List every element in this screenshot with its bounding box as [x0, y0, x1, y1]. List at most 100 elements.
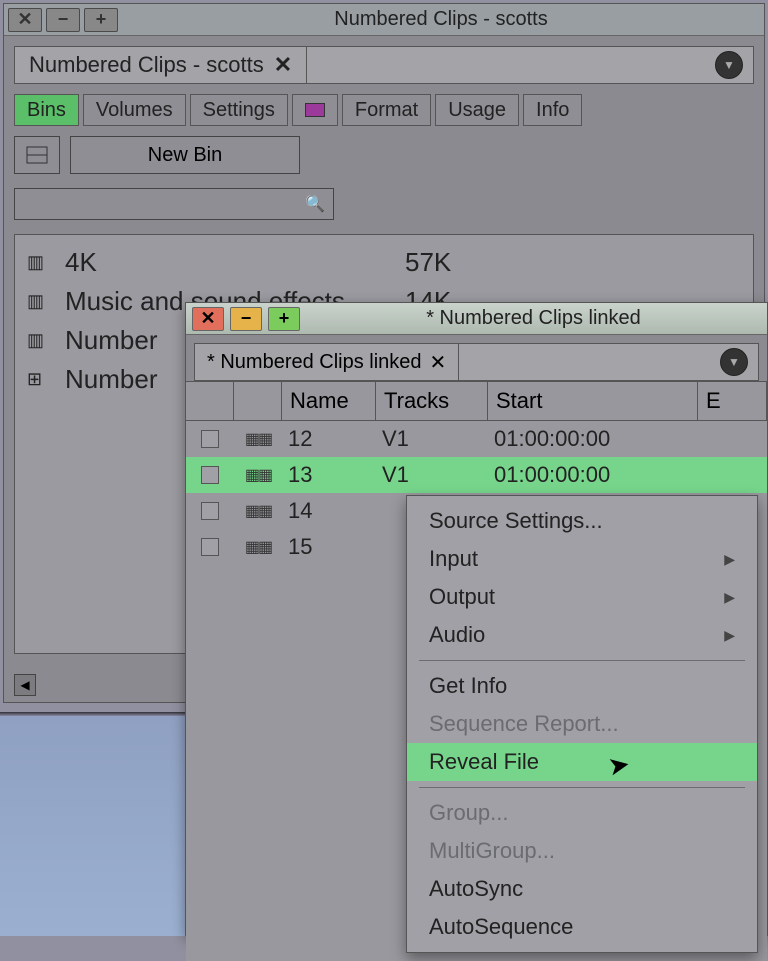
- menu-sequence-report: Sequence Report...: [407, 705, 757, 743]
- clip-icon: ▦▦: [245, 537, 271, 557]
- project-doc-tab-label: Numbered Clips - scotts: [29, 52, 264, 78]
- bin-doc-tab-label: * Numbered Clips linked: [207, 351, 422, 374]
- search-input[interactable]: 🔍: [14, 188, 334, 220]
- bin-icon: ▥: [27, 291, 53, 312]
- submenu-arrow-icon: ▶: [724, 627, 735, 644]
- bin-name: 4K: [65, 247, 405, 278]
- minimize-icon[interactable]: −: [230, 307, 262, 331]
- chevron-left-icon: ◀: [20, 678, 29, 692]
- table-row[interactable]: ▦▦ 13 V1 01:00:00:00: [186, 457, 767, 493]
- close-tab-icon[interactable]: ✕: [274, 52, 292, 78]
- menu-separator: [419, 660, 745, 661]
- cell-name: 13: [282, 462, 376, 488]
- row-checkbox[interactable]: [201, 430, 219, 448]
- project-titlebar[interactable]: ✕ − + Numbered Clips - scotts: [4, 4, 764, 36]
- cell-start: 01:00:00:00: [488, 462, 698, 488]
- menu-label: Sequence Report...: [429, 711, 619, 737]
- row-checkbox[interactable]: [201, 538, 219, 556]
- menu-autosequence[interactable]: AutoSequence: [407, 908, 757, 946]
- col-header-select[interactable]: [186, 382, 234, 420]
- tab-settings[interactable]: Settings: [190, 94, 288, 126]
- bin-tab-menu-button[interactable]: ▼: [720, 348, 748, 376]
- project-title: Numbered Clips - scotts: [118, 8, 764, 31]
- chevron-down-icon: ▼: [723, 58, 735, 72]
- row-checkbox[interactable]: [201, 502, 219, 520]
- row-checkbox[interactable]: [201, 466, 219, 484]
- view-toggle-button[interactable]: [14, 136, 60, 174]
- tab-bins[interactable]: Bins: [14, 94, 79, 126]
- close-tab-icon[interactable]: ✕: [430, 350, 447, 375]
- tab-volumes[interactable]: Volumes: [83, 94, 186, 126]
- maximize-icon[interactable]: +: [268, 307, 300, 331]
- menu-label: Output: [429, 584, 495, 610]
- maximize-icon[interactable]: +: [84, 8, 118, 32]
- submenu-arrow-icon: ▶: [724, 589, 735, 606]
- new-bin-label: New Bin: [148, 144, 222, 167]
- effects-icon: [305, 103, 325, 117]
- bin-icon: ▥: [27, 252, 53, 273]
- menu-label: AutoSequence: [429, 914, 573, 940]
- tab-menu-button[interactable]: ▼: [715, 51, 743, 79]
- menu-separator: [419, 787, 745, 788]
- menu-label: Source Settings...: [429, 508, 603, 534]
- menu-label: Get Info: [429, 673, 507, 699]
- bin-size: 57K: [405, 247, 741, 278]
- clip-icon: ▦▦: [245, 501, 271, 521]
- tab-spacer: ▼: [307, 46, 754, 84]
- tab-format[interactable]: Format: [342, 94, 431, 126]
- clip-icon: ▦▦: [245, 429, 271, 449]
- list-view-icon: [26, 146, 48, 164]
- menu-reveal-file[interactable]: Reveal File: [407, 743, 757, 781]
- col-header-end[interactable]: E: [698, 382, 767, 420]
- menu-get-info[interactable]: Get Info: [407, 667, 757, 705]
- tab-usage[interactable]: Usage: [435, 94, 519, 126]
- bin-tab-spacer: ▼: [459, 343, 759, 381]
- table-row[interactable]: ▦▦ 12 V1 01:00:00:00: [186, 421, 767, 457]
- project-row2: New Bin: [4, 136, 764, 184]
- menu-label: Reveal File: [429, 749, 539, 775]
- bin-doc-tab[interactable]: * Numbered Clips linked ✕: [194, 343, 459, 381]
- menu-label: AutoSync: [429, 876, 523, 902]
- bin-title: * Numbered Clips linked: [300, 307, 767, 330]
- bin-titlebar[interactable]: ✕ − + * Numbered Clips linked: [186, 303, 767, 335]
- cell-name: 12: [282, 426, 376, 452]
- project-doc-tabs: Numbered Clips - scotts ✕ ▼: [4, 36, 764, 84]
- menu-label: MultiGroup...: [429, 838, 555, 864]
- menu-group: Group...: [407, 794, 757, 832]
- menu-label: Group...: [429, 800, 508, 826]
- close-icon[interactable]: ✕: [8, 8, 42, 32]
- submenu-arrow-icon: ▶: [724, 551, 735, 568]
- tab-effects[interactable]: [292, 94, 338, 126]
- scroll-left-button[interactable]: ◀: [14, 674, 36, 696]
- list-item[interactable]: ▥ 4K 57K: [15, 243, 753, 282]
- close-icon[interactable]: ✕: [192, 307, 224, 331]
- project-toolbar: Bins Volumes Settings Format Usage Info: [4, 84, 764, 136]
- col-header-start[interactable]: Start: [488, 382, 698, 420]
- col-header-tracks[interactable]: Tracks: [376, 382, 488, 420]
- bin-icon: ▥: [27, 330, 53, 351]
- col-header-name[interactable]: Name: [282, 382, 376, 420]
- context-menu: Source Settings... Input ▶ Output ▶ Audio ▶…: [406, 495, 758, 953]
- menu-audio[interactable]: Audio ▶: [407, 616, 757, 654]
- sequence-icon: ⊞: [27, 369, 53, 390]
- menu-input[interactable]: Input ▶: [407, 540, 757, 578]
- menu-label: Input: [429, 546, 478, 572]
- new-bin-button[interactable]: New Bin: [70, 136, 300, 174]
- menu-source-settings[interactable]: Source Settings...: [407, 502, 757, 540]
- cell-name: 14: [282, 498, 376, 524]
- menu-label: Audio: [429, 622, 485, 648]
- menu-multigroup: MultiGroup...: [407, 832, 757, 870]
- cell-name: 15: [282, 534, 376, 560]
- cell-tracks: V1: [376, 462, 488, 488]
- search-icon: 🔍: [305, 194, 325, 214]
- bin-doc-tabs: * Numbered Clips linked ✕ ▼: [186, 335, 767, 381]
- cell-tracks: V1: [376, 426, 488, 452]
- clip-icon: ▦▦: [245, 465, 271, 485]
- menu-output[interactable]: Output ▶: [407, 578, 757, 616]
- col-header-icon[interactable]: [234, 382, 282, 420]
- minimize-icon[interactable]: −: [46, 8, 80, 32]
- project-doc-tab[interactable]: Numbered Clips - scotts ✕: [14, 46, 307, 84]
- menu-autosync[interactable]: AutoSync: [407, 870, 757, 908]
- tab-info[interactable]: Info: [523, 94, 582, 126]
- cell-start: 01:00:00:00: [488, 426, 698, 452]
